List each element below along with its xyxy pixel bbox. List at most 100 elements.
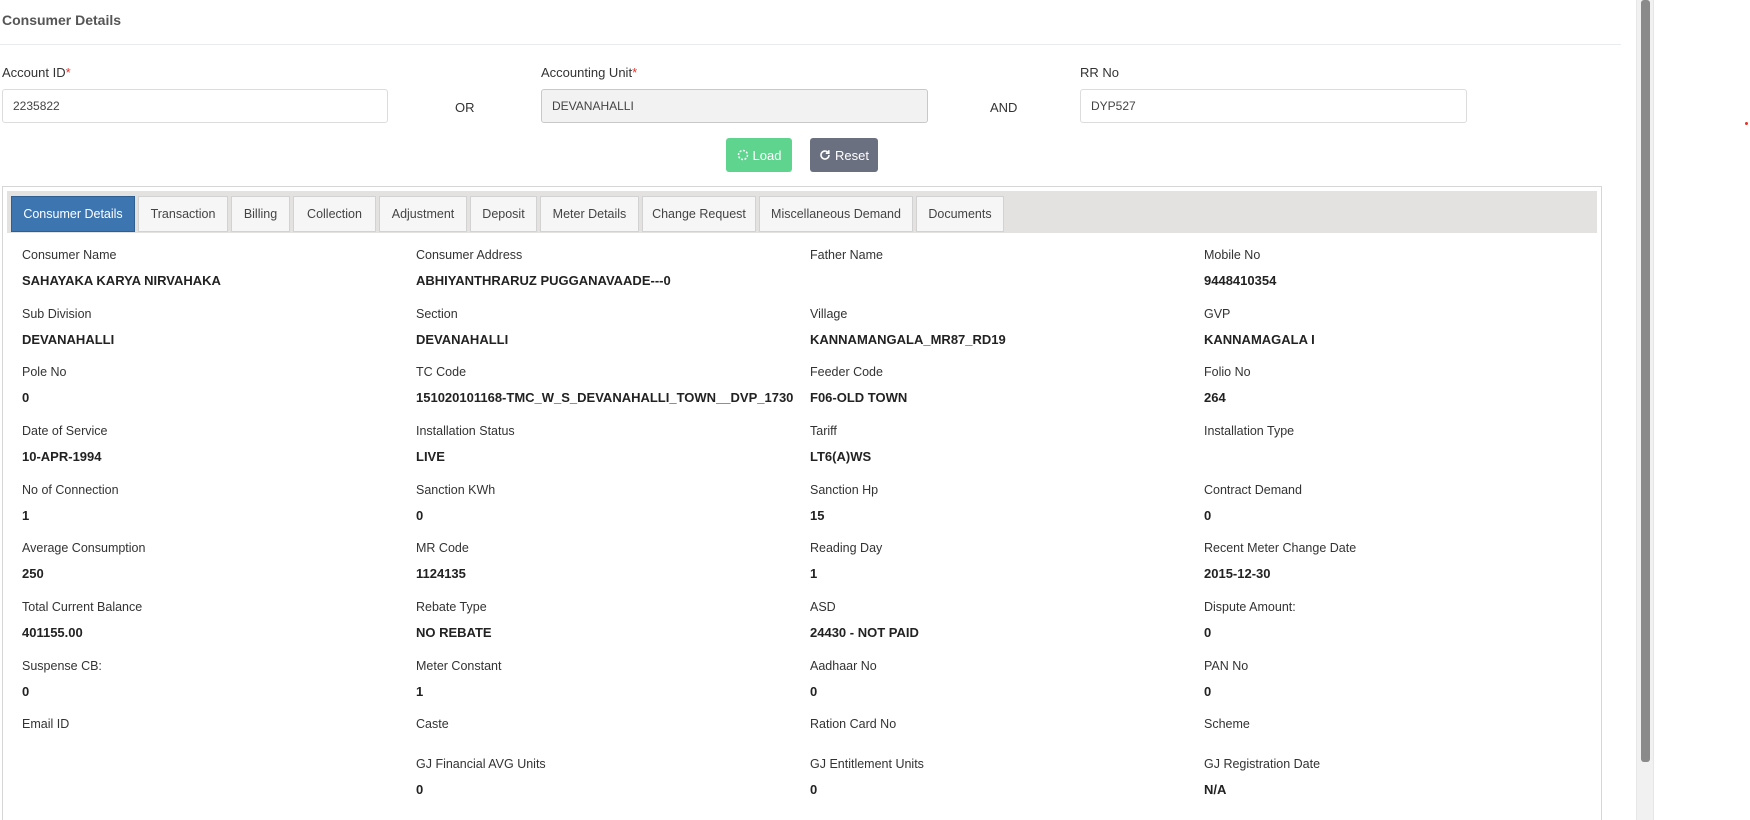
detail-label: Father Name bbox=[810, 248, 883, 262]
detail-label: Rebate Type bbox=[416, 600, 487, 614]
detail-label: Village bbox=[810, 307, 848, 321]
detail-label: GJ Entitlement Units bbox=[810, 757, 924, 771]
detail-label: No of Connection bbox=[22, 483, 119, 497]
detail-label: Sanction KWh bbox=[416, 483, 496, 497]
detail-label: Contract Demand bbox=[1204, 483, 1302, 497]
detail-label: Recent Meter Change Date bbox=[1204, 541, 1357, 555]
detail-label: Mobile No bbox=[1204, 248, 1261, 262]
detail-value: 1 bbox=[22, 508, 30, 523]
detail-value: KANNAMANGALA_MR87_RD19 bbox=[810, 332, 1006, 347]
rr-no-label: RR No bbox=[1080, 65, 1120, 80]
detail-label: Caste bbox=[416, 717, 449, 731]
reset-button-label: Reset bbox=[835, 147, 869, 163]
or-label: OR bbox=[455, 100, 475, 115]
spinner-icon bbox=[737, 149, 748, 161]
detail-value: 0 bbox=[1204, 625, 1212, 640]
detail-value: 24430 - NOT PAID bbox=[810, 625, 919, 640]
detail-label: Dispute Amount: bbox=[1204, 600, 1296, 614]
tab-bar: Consumer Details Transaction Billing Col… bbox=[7, 191, 1597, 233]
detail-value: 250 bbox=[22, 566, 44, 581]
detail-value: ABHIYANTHRARUZ PUGGANAVAADE---0 bbox=[416, 273, 671, 288]
and-label: AND bbox=[990, 100, 1018, 115]
detail-label: GJ Registration Date bbox=[1204, 757, 1321, 771]
detail-value: 1 bbox=[416, 684, 424, 699]
detail-value: 401155.00 bbox=[22, 625, 83, 640]
detail-value: 0 bbox=[1204, 508, 1212, 523]
tab-collection[interactable]: Collection bbox=[293, 196, 376, 232]
tab-consumer-details[interactable]: Consumer Details bbox=[11, 196, 135, 232]
detail-label: Date of Service bbox=[22, 424, 108, 438]
accounting-unit-input[interactable]: DEVANAHALLI bbox=[541, 89, 928, 123]
detail-label: Scheme bbox=[1204, 717, 1250, 731]
tab-adjustment[interactable]: Adjustment bbox=[379, 196, 467, 232]
load-button[interactable]: Load bbox=[726, 138, 792, 172]
detail-value: 9448410354 bbox=[1204, 273, 1277, 288]
detail-label: Consumer Address bbox=[416, 248, 523, 262]
detail-value: 0 bbox=[810, 782, 818, 797]
detail-value: DEVANAHALLI bbox=[416, 332, 509, 347]
detail-value: N/A bbox=[1204, 782, 1227, 797]
detail-label: Folio No bbox=[1204, 365, 1251, 379]
detail-value: 1 bbox=[810, 566, 818, 581]
detail-label: Consumer Name bbox=[22, 248, 117, 262]
detail-value: LIVE bbox=[416, 449, 445, 464]
detail-label: Sanction Hp bbox=[810, 483, 879, 497]
detail-value: 151020101168-TMC_W_S_DEVANAHALLI_TOWN__D… bbox=[416, 390, 794, 405]
detail-label: Reading Day bbox=[810, 541, 883, 555]
detail-value: 0 bbox=[1204, 684, 1212, 699]
detail-label: GJ Financial AVG Units bbox=[416, 757, 546, 771]
account-id-input[interactable]: 2235822 bbox=[2, 89, 388, 123]
detail-value: NO REBATE bbox=[416, 625, 492, 640]
detail-label: ASD bbox=[810, 600, 836, 614]
page-title: Consumer Details bbox=[2, 12, 122, 28]
detail-label: Email ID bbox=[22, 717, 70, 731]
detail-label: Meter Constant bbox=[416, 659, 502, 673]
details-panel: Consumer Details Transaction Billing Col… bbox=[2, 186, 1602, 820]
refresh-icon bbox=[820, 150, 830, 160]
accounting-unit-label: Accounting Unit* bbox=[541, 65, 638, 80]
detail-label: Aadhaar No bbox=[810, 659, 877, 673]
detail-value: DEVANAHALLI bbox=[22, 332, 115, 347]
detail-label: GVP bbox=[1204, 307, 1231, 321]
scrollbar[interactable] bbox=[1636, 0, 1654, 820]
tab-documents[interactable]: Documents bbox=[916, 196, 1004, 232]
detail-value: SAHAYAKA KARYA NIRVAHAKA bbox=[22, 273, 221, 288]
detail-value: 1124135 bbox=[416, 566, 466, 581]
tab-deposit[interactable]: Deposit bbox=[470, 196, 537, 232]
detail-label: Installation Type bbox=[1204, 424, 1295, 438]
detail-label: Tariff bbox=[810, 424, 837, 438]
detail-label: Installation Status bbox=[416, 424, 515, 438]
detail-value: 0 bbox=[810, 684, 818, 699]
detail-value: 2015-12-30 bbox=[1204, 566, 1271, 581]
detail-label: Sub Division bbox=[22, 307, 92, 321]
load-button-label: Load bbox=[752, 147, 782, 163]
detail-label: Ration Card No bbox=[810, 717, 897, 731]
detail-label: Section bbox=[416, 307, 458, 321]
detail-value: 10-APR-1994 bbox=[22, 449, 102, 464]
indicator-dot bbox=[1745, 122, 1748, 125]
detail-label: Pole No bbox=[22, 365, 67, 379]
detail-value: 0 bbox=[22, 684, 30, 699]
detail-label: PAN No bbox=[1204, 659, 1249, 673]
tab-billing[interactable]: Billing bbox=[231, 196, 290, 232]
detail-value: 0 bbox=[416, 508, 424, 523]
reset-button[interactable]: Reset bbox=[810, 138, 878, 172]
account-id-label: Account ID* bbox=[2, 65, 71, 80]
detail-value: LT6(A)WS bbox=[810, 449, 872, 464]
detail-value: 0 bbox=[416, 782, 424, 797]
page-header: Consumer Details bbox=[0, 0, 1621, 45]
detail-label: Average Consumption bbox=[22, 541, 146, 555]
detail-label: Feeder Code bbox=[810, 365, 883, 379]
scrollbar-thumb[interactable] bbox=[1641, 0, 1650, 762]
detail-value: KANNAMAGALA I bbox=[1204, 332, 1315, 347]
detail-value: 15 bbox=[810, 508, 825, 523]
tab-transaction[interactable]: Transaction bbox=[138, 196, 228, 232]
detail-value: 0 bbox=[22, 390, 30, 405]
tab-meter-details[interactable]: Meter Details bbox=[540, 196, 639, 232]
detail-value: F06-OLD TOWN bbox=[810, 390, 908, 405]
detail-label: Suspense CB: bbox=[22, 659, 102, 673]
detail-label: Total Current Balance bbox=[22, 600, 143, 614]
tab-change-request[interactable]: Change Request bbox=[642, 196, 756, 232]
rr-no-input[interactable]: DYP527 bbox=[1080, 89, 1467, 123]
tab-miscellaneous-demand[interactable]: Miscellaneous Demand bbox=[759, 196, 913, 232]
